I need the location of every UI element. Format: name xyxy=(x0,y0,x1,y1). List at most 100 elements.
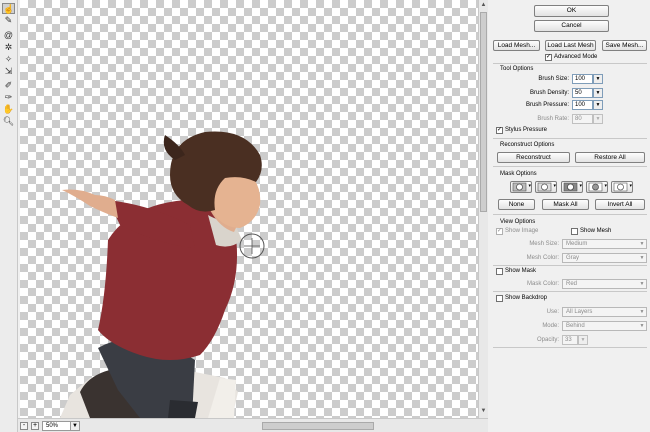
subject-photo xyxy=(60,131,265,418)
stylus-pressure-checkbox[interactable]: ✓ xyxy=(496,127,503,134)
load-mesh-button[interactable]: Load Mesh... xyxy=(493,40,540,51)
horizontal-scroll-thumb[interactable] xyxy=(262,422,374,430)
thaw-mask-tool-icon[interactable]: ✑ xyxy=(2,92,15,103)
chevron-down-icon: ▼ xyxy=(639,309,645,315)
brush-size-input[interactable]: 100 xyxy=(572,74,593,84)
ok-button[interactable]: OK xyxy=(534,5,609,17)
mask-subtract-icon xyxy=(563,182,578,192)
brush-rate-input: 80 xyxy=(572,114,593,124)
mask-replace-button[interactable]: ▾ xyxy=(510,181,532,193)
zoom-in-button[interactable]: + xyxy=(31,422,39,430)
push-left-tool-icon[interactable]: ⇲ xyxy=(2,66,15,77)
reconstruct-options-title: Reconstruct Options xyxy=(500,142,555,148)
brush-density-label: Brush Density: xyxy=(529,90,569,96)
mask-intersect-icon xyxy=(588,182,603,192)
vertical-scrollbar[interactable]: ▲ ▼ xyxy=(478,0,488,418)
mesh-color-value: Gray xyxy=(566,255,580,261)
mask-none-button[interactable]: None xyxy=(498,199,535,210)
chevron-down-icon[interactable]: ▼ xyxy=(593,100,603,110)
use-select: All Layers ▼ xyxy=(562,307,647,317)
chevron-down-icon: ▾ xyxy=(553,183,556,189)
invert-all-button[interactable]: Invert All xyxy=(595,199,645,210)
chevron-down-icon: ▾ xyxy=(604,183,607,189)
chevron-down-icon: ▼ xyxy=(639,241,645,247)
show-mask-checkbox[interactable] xyxy=(496,268,503,275)
vertical-scroll-thumb[interactable] xyxy=(480,12,487,212)
divider xyxy=(493,214,647,215)
load-last-mesh-button[interactable]: Load Last Mesh xyxy=(545,40,596,51)
bloat-tool-icon[interactable]: ✧ xyxy=(2,54,15,65)
mesh-size-select: Medium ▼ xyxy=(562,239,647,249)
advanced-mode-label: Advanced Mode xyxy=(554,54,598,60)
freeze-mask-tool-icon[interactable]: ✐ xyxy=(2,80,15,91)
chevron-down-icon: ▼ xyxy=(593,114,603,124)
hand-tool-icon[interactable]: ✋ xyxy=(2,104,15,115)
mask-intersect-button[interactable]: ▾ xyxy=(586,181,608,193)
chevron-down-icon: ▾ xyxy=(528,183,531,189)
mask-subtract-button[interactable]: ▾ xyxy=(561,181,583,193)
pucker-tool-icon[interactable]: ✲ xyxy=(2,42,15,53)
opacity-input: 33 xyxy=(562,335,578,345)
save-mesh-button[interactable]: Save Mesh... xyxy=(602,40,647,51)
twirl-tool-icon[interactable]: @ xyxy=(2,30,15,41)
cancel-button[interactable]: Cancel xyxy=(534,20,609,32)
status-bar: - + 50% ▼ xyxy=(18,418,488,432)
show-mask-label: Show Mask xyxy=(505,268,537,274)
mesh-color-label: Mesh Color: xyxy=(526,255,559,261)
mode-value: Behind xyxy=(566,323,585,329)
use-label: Use: xyxy=(546,309,559,315)
mask-invert-button[interactable]: ▾ xyxy=(611,181,633,193)
mode-select: Behind ▼ xyxy=(562,321,647,331)
divider xyxy=(493,138,647,139)
chevron-down-icon[interactable]: ▼ xyxy=(593,88,603,98)
chevron-down-icon: ▼ xyxy=(639,281,645,287)
use-value: All Layers xyxy=(566,309,593,315)
show-image-label: Show Image xyxy=(505,228,539,234)
restore-all-button[interactable]: Restore All xyxy=(575,152,645,163)
mask-add-icon xyxy=(537,182,552,192)
zoom-out-button[interactable]: - xyxy=(20,422,28,430)
mask-color-select: Red ▼ xyxy=(562,279,647,289)
stylus-pressure-label: Stylus Pressure xyxy=(505,127,548,133)
divider xyxy=(493,291,647,292)
chevron-down-icon: ▾ xyxy=(579,183,582,189)
reconstruct-button[interactable]: Reconstruct xyxy=(497,152,570,163)
mask-options-title: Mask Options xyxy=(500,171,537,177)
brush-pressure-label: Brush Pressure: xyxy=(525,102,569,108)
forward-warp-tool-icon[interactable]: ☝ xyxy=(2,3,15,14)
chevron-down-icon: ▾ xyxy=(629,183,632,189)
advanced-mode-checkbox[interactable]: ✓ xyxy=(545,54,552,61)
mask-all-button[interactable]: Mask All xyxy=(542,199,589,210)
divider xyxy=(493,166,647,167)
chevron-down-icon[interactable]: ▼ xyxy=(593,74,603,84)
mask-invert-icon xyxy=(613,182,628,192)
show-backdrop-label: Show Backdrop xyxy=(505,295,548,301)
zoom-tool-icon[interactable]: 🔍︎ xyxy=(2,116,15,127)
show-mesh-checkbox[interactable] xyxy=(571,228,578,235)
show-backdrop-checkbox[interactable] xyxy=(496,295,503,302)
mesh-size-label: Mesh Size: xyxy=(529,241,559,247)
mask-add-button[interactable]: ▾ xyxy=(535,181,557,193)
scroll-up-icon[interactable]: ▲ xyxy=(480,1,487,10)
chevron-down-icon: ▼ xyxy=(578,335,588,345)
chevron-down-icon: ▼ xyxy=(639,323,645,329)
brush-pressure-input[interactable]: 100 xyxy=(572,100,593,110)
reconstruct-tool-icon[interactable]: ✎ xyxy=(2,15,15,26)
view-options-title: View Options xyxy=(500,219,536,225)
brush-rate-label: Brush Rate: xyxy=(537,116,569,122)
divider xyxy=(493,347,647,348)
chevron-down-icon[interactable]: ▼ xyxy=(70,421,80,431)
mask-color-label: Mask Color: xyxy=(526,281,559,287)
brush-density-input[interactable]: 50 xyxy=(572,88,593,98)
chevron-down-icon: ▼ xyxy=(639,255,645,261)
divider xyxy=(493,63,647,64)
mask-replace-icon xyxy=(512,182,527,192)
scroll-down-icon[interactable]: ▼ xyxy=(480,407,487,416)
brush-size-label: Brush Size: xyxy=(538,76,569,82)
mode-label: Mode: xyxy=(542,323,559,329)
options-panel: OK Cancel Load Mesh... Load Last Mesh Sa… xyxy=(489,0,650,432)
show-image-checkbox: ✓ xyxy=(496,228,503,235)
tools-panel: ☝ ✎ @ ✲ ✧ ⇲ ✐ ✑ ✋ 🔍︎ xyxy=(0,0,18,432)
opacity-label: Opacity: xyxy=(536,337,559,343)
preview-canvas[interactable] xyxy=(20,0,478,418)
